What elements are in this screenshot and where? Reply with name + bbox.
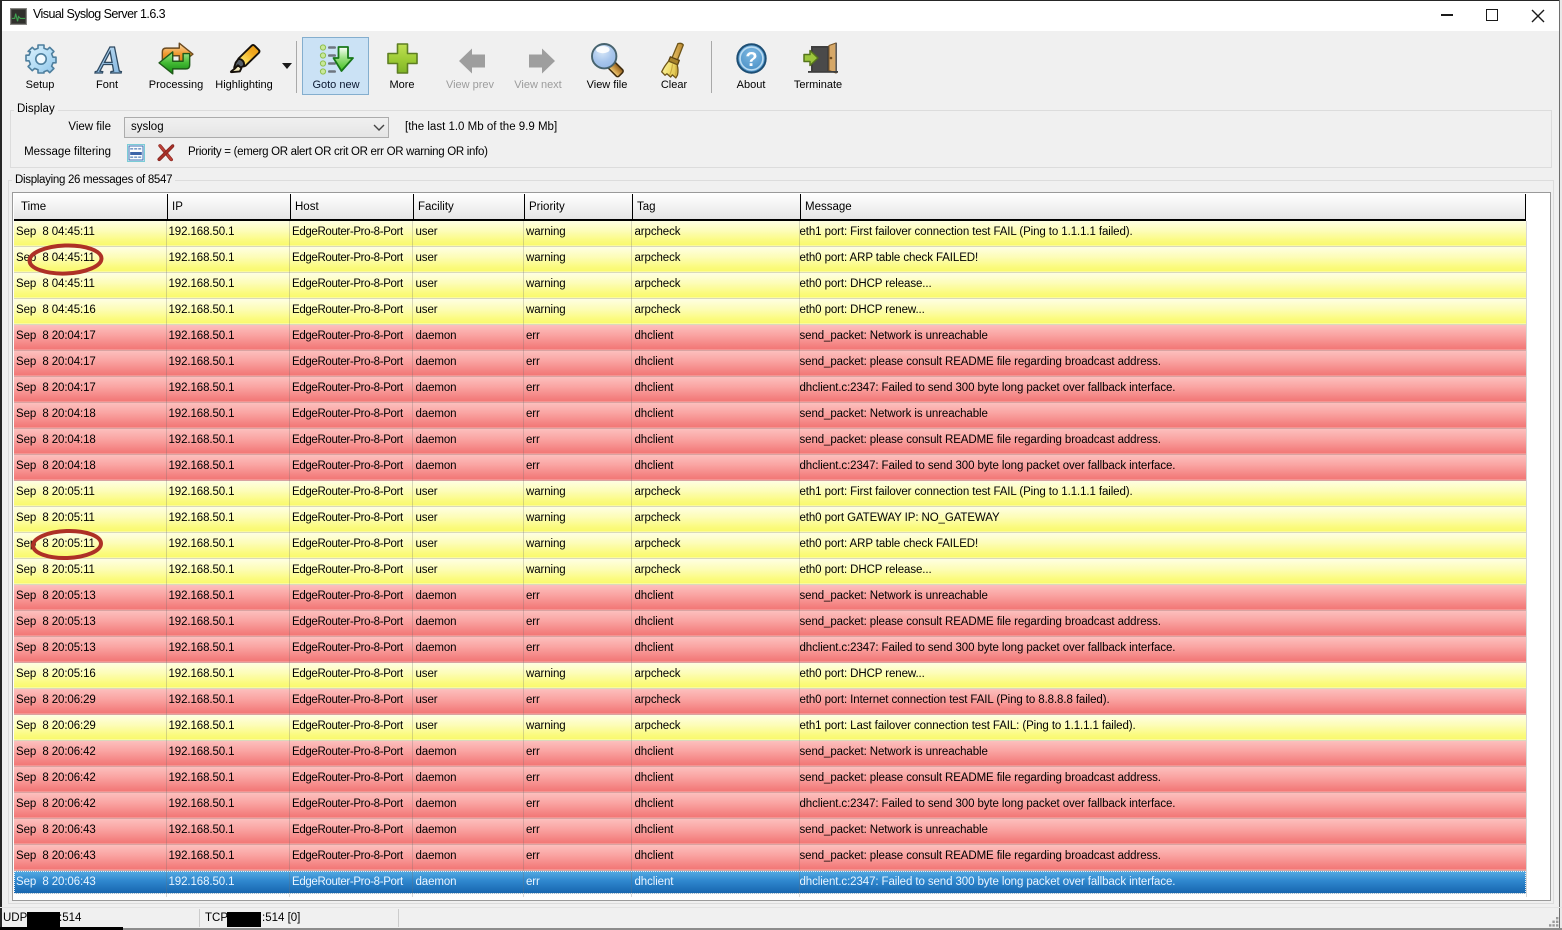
- svg-text:?: ?: [745, 49, 757, 71]
- svg-text:A: A: [94, 41, 123, 75]
